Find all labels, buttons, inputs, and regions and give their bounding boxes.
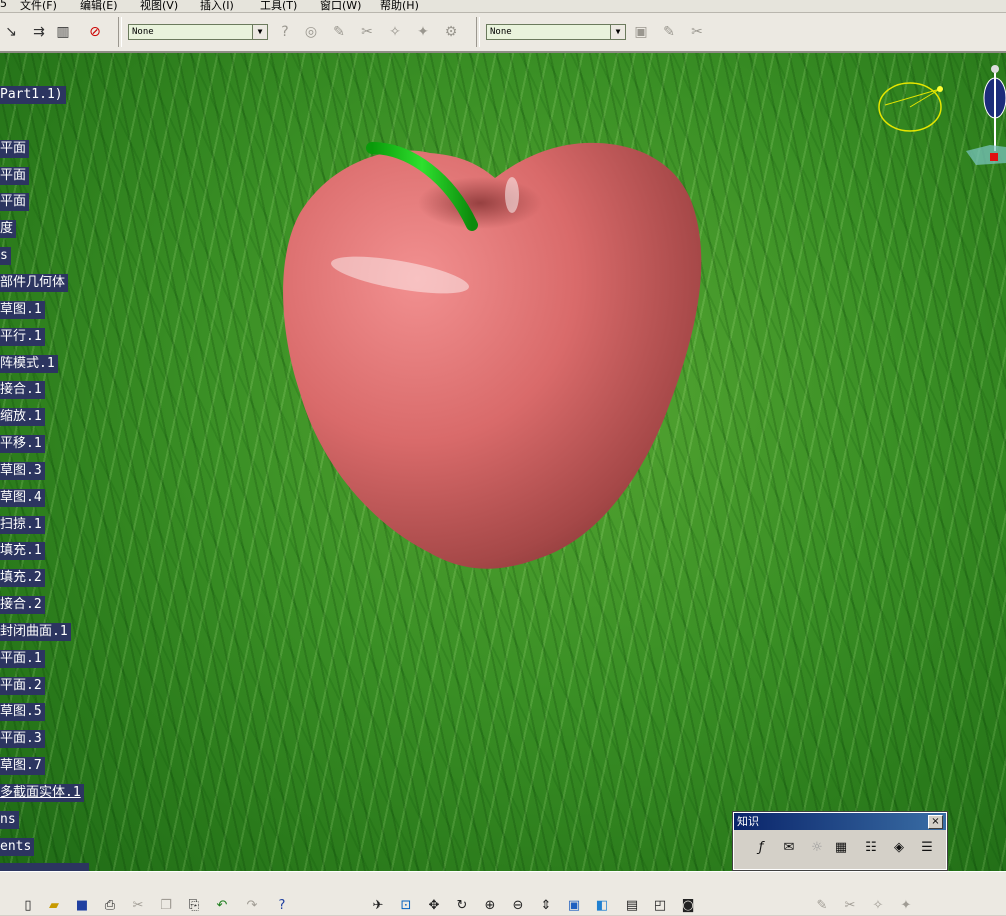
menu-file[interactable]: 文件(F) (20, 0, 57, 12)
style-combo[interactable]: None ▼ (486, 24, 626, 40)
top-toolbar: ↘ ⇉ ▥ ⊘ None ▼ ? ◎ ✎ ✂ ✧ ✦ ⚙ None ▼ ▣ ✎ … (0, 13, 1006, 53)
tool-icon[interactable]: ✎ (328, 21, 350, 43)
apple-highlight (505, 177, 519, 213)
knowledge-title-bar[interactable]: 知识 × (734, 813, 946, 830)
formula-icon[interactable]: ƒ (750, 837, 772, 859)
ruler-icon[interactable]: ▥ (52, 21, 74, 43)
no-constraint-icon[interactable]: ⊘ (84, 21, 106, 43)
table-icon[interactable]: ▦ (830, 837, 852, 859)
paste-icon[interactable]: ⎘ (184, 896, 204, 916)
help-icon[interactable]: ? (272, 896, 292, 916)
menu-help[interactable]: 帮助(H) (380, 0, 419, 12)
menu-bar: 5 文件(F) 编辑(E) 视图(V) 插入(I) 工具(T) 窗口(W) 帮助… (0, 0, 1006, 13)
render-style-icon[interactable]: ◧ (592, 896, 612, 916)
tool-icon[interactable]: ⚙ (440, 21, 462, 43)
zoom-out-icon[interactable]: ⊖ (508, 896, 528, 916)
layer-combo[interactable]: None ▼ (128, 24, 268, 40)
menu-edit[interactable]: 编辑(E) (80, 0, 118, 12)
copy-icon[interactable]: ❐ (156, 896, 176, 916)
cut-icon[interactable]: ✂ (128, 896, 148, 916)
help-icon[interactable]: ? (274, 21, 296, 43)
menu-view[interactable]: 视图(V) (140, 0, 178, 12)
knowledge-title: 知识 (737, 815, 759, 828)
print-icon[interactable]: ⎙ (100, 896, 120, 916)
tool-icon[interactable]: ✎ (658, 21, 680, 43)
tool-icon[interactable]: ✧ (384, 21, 406, 43)
redo-icon[interactable]: ↷ (242, 896, 262, 916)
tool-icon[interactable]: ✦ (896, 896, 916, 916)
open-folder-icon[interactable]: ▰ (44, 896, 64, 916)
menu-tools[interactable]: 工具(T) (260, 0, 297, 12)
zoom-in-icon[interactable]: ⊕ (480, 896, 500, 916)
normal-view-icon[interactable]: ⇕ (536, 896, 556, 916)
tool-icon[interactable]: ✂ (356, 21, 378, 43)
tool-icon[interactable]: ✂ (840, 896, 860, 916)
tree-icon[interactable]: ☷ (860, 837, 882, 859)
lightbulb-icon[interactable]: ☼ (806, 837, 828, 859)
compass-icon[interactable] (878, 82, 943, 132)
toolbar-separator (476, 17, 480, 47)
save-icon[interactable]: ■ (72, 896, 92, 916)
tool-icon[interactable]: ✎ (812, 896, 832, 916)
axis-triad-icon[interactable] (966, 65, 1006, 165)
style-combo-value: None (490, 27, 512, 37)
tool-icon[interactable]: ✧ (868, 896, 888, 916)
rotate-icon[interactable]: ↻ (452, 896, 472, 916)
menu-insert[interactable]: 插入(I) (200, 0, 234, 12)
new-file-icon[interactable]: ▯ (18, 896, 38, 916)
menu-item-5[interactable]: 5 (0, 0, 7, 10)
bottom-toolbar: ▯ ▰ ■ ⎙ ✂ ❐ ⎘ ↶ ↷ ? ✈ ⊡ ✥ ↻ ⊕ ⊖ ⇕ ▣ ◧ ▤ … (0, 871, 1006, 915)
3d-viewport[interactable]: Part1.1) 平面 平面 平面 度 s 部件几何体 草图.1 平行.1 阵模… (0, 53, 1006, 871)
views-icon[interactable]: ▣ (564, 896, 584, 916)
tool-icon[interactable]: ✂ (686, 21, 708, 43)
hide-show-icon[interactable]: ▤ (622, 896, 642, 916)
undo-icon[interactable]: ↶ (212, 896, 232, 916)
pan-icon[interactable]: ✥ (424, 896, 444, 916)
frame-icon[interactable]: ▣ (630, 21, 652, 43)
layer-combo-value: None (132, 27, 154, 37)
dimension-icon[interactable]: ⇉ (28, 21, 50, 43)
apple-3d-model[interactable] (0, 53, 1006, 871)
swap-visible-icon[interactable]: ◰ (650, 896, 670, 916)
material-icon[interactable]: ◙ (678, 896, 698, 916)
apple-top-dimple (418, 177, 542, 229)
line-icon[interactable]: ↘ (0, 21, 22, 43)
cube-icon[interactable]: ◈ (888, 837, 910, 859)
list-icon[interactable]: ☰ (916, 837, 938, 859)
fly-mode-icon[interactable]: ✈ (368, 896, 388, 916)
chevron-down-icon[interactable]: ▼ (252, 25, 267, 39)
close-button[interactable]: × (928, 815, 943, 829)
fit-all-icon[interactable]: ⊡ (396, 896, 416, 916)
filter-icon[interactable]: ◎ (300, 21, 322, 43)
chevron-down-icon[interactable]: ▼ (610, 25, 625, 39)
menu-window[interactable]: 窗口(W) (320, 0, 361, 12)
knowledge-toolbar[interactable]: 知识 × ƒ ✉ ☼ ▦ ☷ ◈ ☰ (732, 811, 948, 871)
tool-icon[interactable]: ✦ (412, 21, 434, 43)
toolbar-separator (118, 17, 122, 47)
comment-icon[interactable]: ✉ (778, 837, 800, 859)
